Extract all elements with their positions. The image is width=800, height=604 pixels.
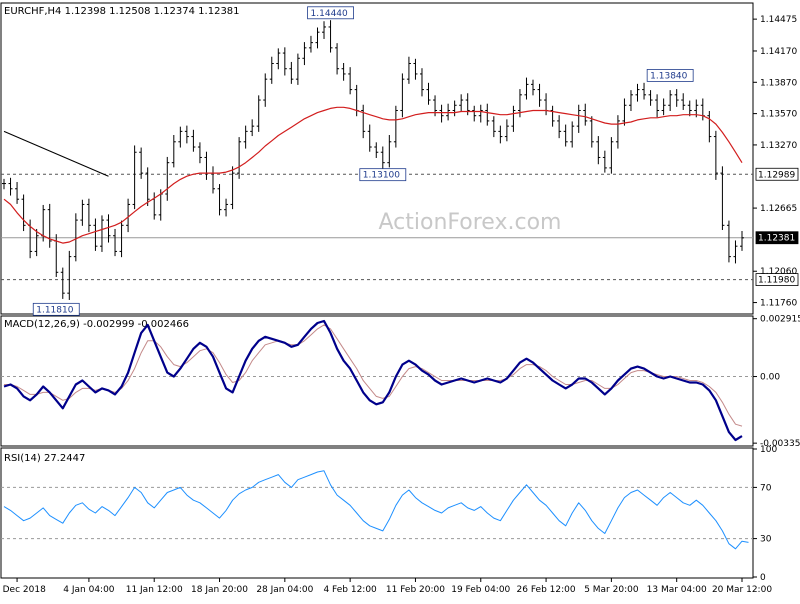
- rsi-y-tick-label: 100: [760, 445, 777, 455]
- watermark: ActionForex.com: [379, 210, 562, 235]
- price-y-tick-label: 1.12665: [760, 204, 797, 214]
- price-y-tick-label: 1.14170: [760, 47, 797, 57]
- x-tick-label: 4 Feb 12:00: [323, 585, 377, 595]
- x-tick-label: 5 Mar 20:00: [584, 585, 639, 595]
- x-tick-label: 18 Jan 20:00: [191, 585, 248, 595]
- price-level-label: 1.11980: [758, 276, 795, 286]
- price-level-label: 1.12381: [758, 234, 795, 244]
- chart-svg: EURCHF,H4 1.12398 1.12508 1.12374 1.1238…: [0, 0, 800, 600]
- price-annotation-label: 1.13100: [363, 171, 400, 181]
- price-y-tick-label: 1.13270: [760, 141, 797, 151]
- macd-panel-title: MACD(12,26,9) -0.002999 -0.002466: [4, 319, 189, 330]
- chart-background: [0, 0, 800, 600]
- rsi-panel-title: RSI(14) 27.2447: [4, 453, 85, 464]
- rsi-y-tick-label: 70: [760, 483, 772, 493]
- price-level-label: 1.12989: [758, 170, 795, 180]
- x-tick-label: 28 Jan 04:00: [256, 585, 313, 595]
- x-tick-label: 26 Dec 2018: [0, 585, 46, 595]
- x-tick-label: 20 Mar 12:00: [712, 585, 772, 595]
- price-y-tick-label: 1.13570: [760, 110, 797, 120]
- price-y-tick-label: 1.14475: [760, 15, 797, 25]
- price-panel-title: EURCHF,H4 1.12398 1.12508 1.12374 1.1238…: [4, 6, 240, 17]
- chart-container: EURCHF,H4 1.12398 1.12508 1.12374 1.1238…: [0, 0, 800, 600]
- price-annotation-label: 1.13840: [650, 71, 687, 81]
- price-annotation-label: 1.11810: [36, 305, 73, 315]
- x-tick-label: 11 Jan 12:00: [126, 585, 183, 595]
- rsi-y-tick-label: 0: [760, 573, 766, 583]
- x-tick-label: 26 Feb 12:00: [517, 585, 576, 595]
- macd-y-tick-label: 0.002915: [760, 315, 800, 325]
- x-tick-label: 19 Feb 04:00: [451, 585, 510, 595]
- rsi-y-tick-label: 30: [760, 535, 772, 545]
- x-tick-label: 13 Mar 04:00: [647, 585, 707, 595]
- x-tick-label: 4 Jan 04:00: [63, 585, 115, 595]
- price-annotation-label: 1.14440: [311, 9, 348, 19]
- price-y-tick-label: 1.11760: [760, 299, 797, 309]
- price-y-tick-label: 1.13870: [760, 78, 797, 88]
- macd-y-tick-label: 0.00: [760, 373, 780, 383]
- x-tick-label: 11 Feb 20:00: [386, 585, 445, 595]
